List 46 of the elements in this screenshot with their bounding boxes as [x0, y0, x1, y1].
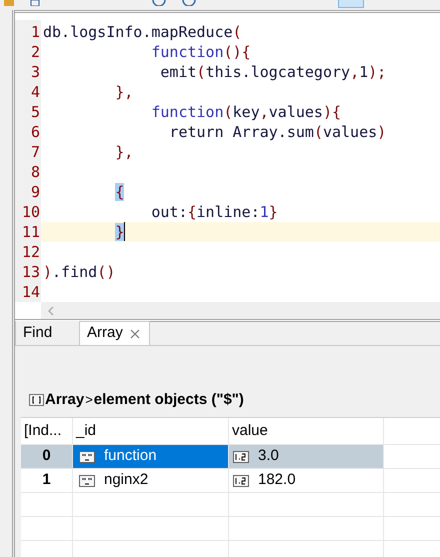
code-line: return Array.sum(values) — [168, 122, 386, 142]
breadcrumb-item[interactable]: element objects ("$") — [94, 388, 244, 412]
string-type-icon — [79, 450, 95, 462]
line-number: 2 — [30, 42, 40, 62]
table-cell[interactable]: function — [73, 445, 229, 468]
breadcrumb-separator: > — [85, 391, 93, 410]
toolbar-toggle-button[interactable] — [338, 0, 364, 8]
close-icon[interactable] — [130, 328, 140, 338]
toolbar-icon[interactable] — [30, 0, 40, 6]
line-number: 3 — [30, 62, 40, 82]
line-number: 10 — [22, 202, 40, 222]
string-type-icon — [79, 474, 95, 486]
line-number: 9 — [30, 182, 40, 202]
toolbar-icon[interactable] — [182, 0, 196, 6]
line-number: 11 — [22, 222, 40, 242]
code-line: db.logsInfo.mapReduce( — [43, 22, 242, 42]
line-number: 4 — [30, 82, 40, 102]
tab[interactable]: Array — [79, 321, 150, 345]
text-cursor — [124, 222, 126, 241]
column-header[interactable]: _id — [76, 420, 96, 442]
code-line: ).find() — [43, 262, 116, 282]
code-line: out:{inline:1} — [150, 202, 278, 222]
code-line: function(){ — [150, 42, 251, 62]
code-line: }, — [114, 142, 134, 162]
horizontal-scrollbar[interactable] — [41, 302, 440, 319]
line-number: 6 — [30, 122, 40, 142]
line-number: 8 — [30, 162, 40, 182]
line-number: 5 — [30, 102, 40, 122]
toolbar-icon[interactable] — [152, 0, 166, 6]
line-number: 7 — [30, 142, 40, 162]
tab[interactable]: Find — [15, 321, 79, 345]
breadcrumb-item[interactable]: Array — [45, 388, 84, 412]
code-line: function(key,values){ — [150, 102, 342, 122]
array-icon — [29, 394, 44, 406]
code-line: }, — [114, 82, 134, 102]
table-cell[interactable]: 3.0 — [229, 445, 384, 468]
column-header[interactable]: value — [232, 420, 268, 442]
line-number: 14 — [22, 282, 40, 302]
column-header[interactable]: [Ind... — [24, 420, 62, 442]
number-type-icon — [233, 474, 249, 486]
code-line: emit(this.logcategory,1); — [159, 62, 386, 82]
line-number: 12 — [22, 242, 40, 262]
line-number: 13 — [22, 262, 40, 282]
line-number: 1 — [30, 22, 40, 42]
number-type-icon — [233, 450, 249, 462]
table-cell[interactable]: 0 — [21, 445, 73, 468]
